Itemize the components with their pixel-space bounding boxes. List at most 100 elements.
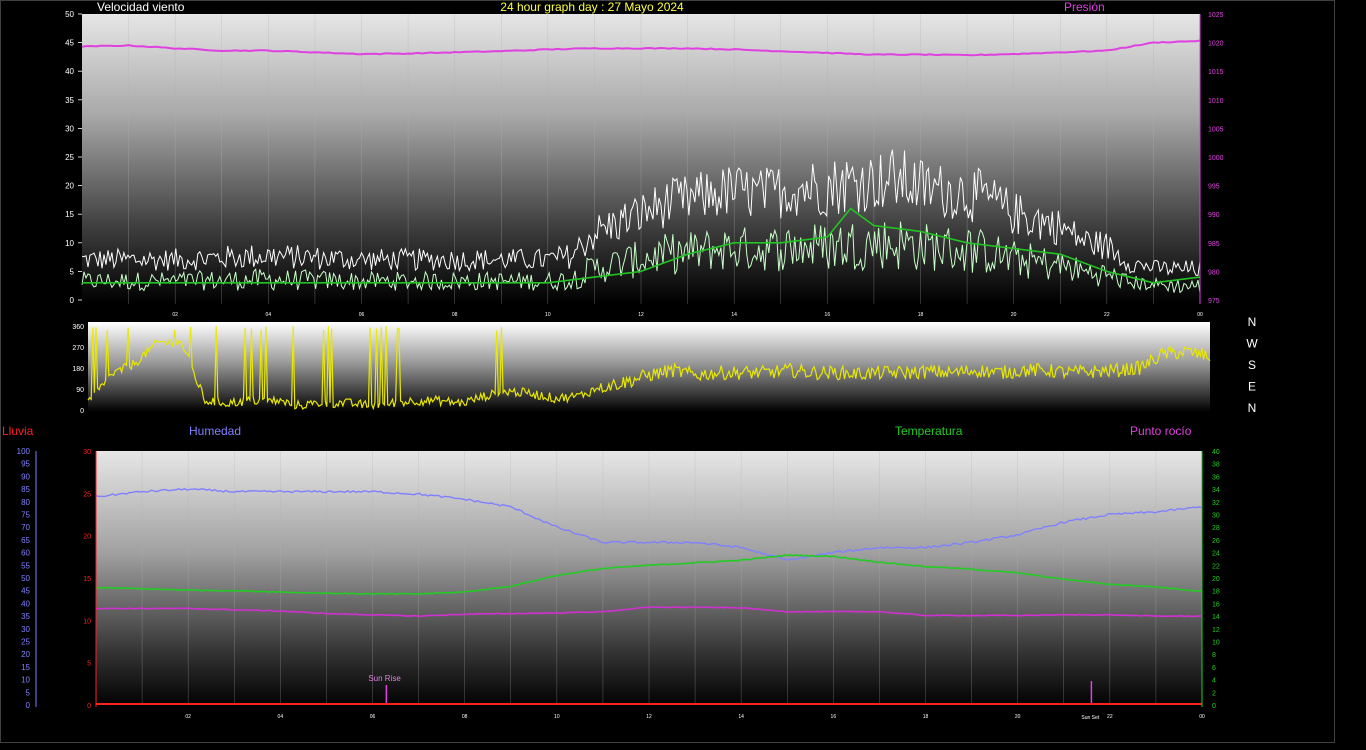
sunrise-label: Sun Rise — [368, 674, 401, 683]
humidity-y-tick: 10 — [21, 676, 30, 685]
humidity-y-tick: 40 — [21, 599, 30, 608]
climate-time-tick: 02 — [185, 714, 191, 720]
temperature-y-tick: 6 — [1212, 665, 1216, 672]
direction-y-tick: 360 — [72, 324, 84, 331]
wind-time-tick: 18 — [918, 312, 924, 318]
climate-time-tick: 04 — [278, 714, 284, 720]
wind-time-tick: 22 — [1104, 312, 1110, 318]
wind-time-tick: 16 — [825, 312, 831, 318]
climate-time-tick: 14 — [738, 714, 744, 720]
wind-y-axis: 0 5 10 15 20 25 30 35 40 45 50 — [65, 10, 82, 305]
direction-y-tick: 270 — [72, 345, 84, 352]
wind-y-tick: 10 — [65, 239, 74, 248]
wind-time-tick: 10 — [545, 312, 551, 318]
humidity-y-tick: 25 — [21, 638, 30, 647]
compass-label: W — [1246, 337, 1258, 351]
wind-title: Velocidad viento — [97, 0, 185, 14]
direction-y-tick: 90 — [76, 387, 84, 394]
pressure-y-tick: 1025 — [1208, 12, 1224, 19]
temperature-y-tick: 14 — [1212, 614, 1220, 621]
wind-time-tick: 06 — [359, 312, 365, 318]
humidity-y-tick: 90 — [21, 472, 30, 481]
wind-y-tick: 15 — [65, 210, 74, 219]
temperature-y-tick: 32 — [1212, 500, 1220, 507]
wind-time-tick: 04 — [266, 312, 272, 318]
wind-pressure-panel: 05101520253035404550 9759809859909951000… — [65, 10, 1224, 318]
humidity-y-tick: 45 — [21, 587, 30, 596]
temperature-y-tick: 18 — [1212, 589, 1220, 596]
humidity-y-tick: 85 — [21, 485, 30, 494]
climate-time-axis: 02 04 06 08 10 12 14 16 18 20 22 00 — [185, 714, 1205, 720]
wind-y-tick: 30 — [65, 124, 74, 133]
humidity-y-tick: 100 — [17, 447, 31, 456]
temperature-y-tick: 40 — [1212, 449, 1220, 456]
temperature-y-tick: 24 — [1212, 551, 1220, 558]
rain-y-axis: 0 5 10 15 20 25 30 — [83, 449, 91, 710]
humidity-y-tick: 35 — [21, 612, 30, 621]
pressure-y-tick: 1020 — [1208, 41, 1224, 48]
wind-direction-panel: 090180270360 NWSEN — [72, 315, 1258, 415]
temperature-y-tick: 22 — [1212, 563, 1220, 570]
rain-y-tick: 30 — [83, 449, 91, 456]
rain-y-tick: 15 — [83, 576, 91, 583]
climate-time-tick: 20 — [1015, 714, 1021, 720]
rain-y-tick: 5 — [87, 661, 91, 668]
pressure-title: Presión — [1064, 0, 1105, 14]
temperature-y-tick: 0 — [1212, 703, 1216, 710]
pressure-y-tick: 990 — [1208, 212, 1220, 219]
graph-title: 24 hour graph day : 27 Mayo 2024 — [500, 0, 684, 14]
temperature-y-tick: 38 — [1212, 462, 1220, 469]
pressure-y-axis: 975 980 985 990 995 1000 1005 1010 1015 1020 1025 — [1208, 12, 1224, 305]
rain-y-tick: 0 — [87, 703, 91, 710]
humidity-y-tick: 55 — [21, 561, 30, 570]
wind-y-tick: 0 — [70, 296, 75, 305]
rain-title: Lluvia — [2, 424, 34, 438]
climate-time-tick: 22 — [1107, 714, 1113, 720]
compass-label: S — [1248, 358, 1256, 372]
humidity-y-tick: 15 — [21, 663, 30, 672]
wind-y-tick: 50 — [65, 10, 74, 19]
compass-label: N — [1248, 401, 1257, 415]
pressure-y-tick: 1000 — [1208, 155, 1224, 162]
wind-y-tick: 25 — [65, 153, 74, 162]
humidity-y-tick: 95 — [21, 460, 30, 469]
climate-time-tick: 18 — [923, 714, 929, 720]
humidity-title: Humedad — [189, 424, 241, 438]
humidity-y-tick: 70 — [21, 523, 30, 532]
climate-time-tick: 12 — [646, 714, 652, 720]
sunset-label: Sun Set — [1081, 715, 1099, 721]
pressure-y-tick: 995 — [1208, 184, 1220, 191]
temperature-y-tick: 10 — [1212, 640, 1220, 647]
pressure-y-tick: 1010 — [1208, 98, 1224, 105]
wind-time-tick: 12 — [638, 312, 644, 318]
temperature-y-tick: 12 — [1212, 627, 1220, 634]
temperature-y-tick: 16 — [1212, 601, 1220, 608]
wind-y-tick: 35 — [65, 96, 74, 105]
weather-graph-page: 0 5 10 15 20 25 30 35 40 45 50 975 980 985 990 995 1000… — [0, 0, 1366, 745]
wind-y-tick: 20 — [65, 182, 74, 191]
humidity-y-tick: 75 — [21, 511, 30, 520]
humidity-y-tick: 65 — [21, 536, 30, 545]
rain-y-tick: 10 — [83, 618, 91, 625]
climate-time-tick: 08 — [462, 714, 468, 720]
direction-y-tick: 180 — [72, 366, 84, 373]
wind-time-tick: 14 — [731, 312, 737, 318]
humidity-y-tick: 20 — [21, 650, 30, 659]
temperature-y-tick: 26 — [1212, 538, 1220, 545]
climate-time-tick: 10 — [554, 714, 560, 720]
compass-label: E — [1248, 380, 1256, 394]
wind-y-tick: 5 — [70, 267, 75, 276]
pressure-y-tick: 1015 — [1208, 69, 1224, 76]
pressure-y-tick: 975 — [1208, 298, 1220, 305]
direction-y-axis: 0 90 180 270 360 — [72, 324, 84, 415]
compass-label: N — [1248, 315, 1257, 329]
temperature-y-tick: 20 — [1212, 576, 1220, 583]
humidity-y-tick: 0 — [26, 701, 31, 710]
wind-y-tick: 45 — [65, 39, 74, 48]
wind-time-tick: 08 — [452, 312, 458, 318]
temperature-y-tick: 2 — [1212, 690, 1216, 697]
temperature-y-tick: 4 — [1212, 678, 1216, 685]
wind-y-tick: 40 — [65, 67, 74, 76]
climate-time-tick: 06 — [370, 714, 376, 720]
humidity-y-tick: 60 — [21, 549, 30, 558]
